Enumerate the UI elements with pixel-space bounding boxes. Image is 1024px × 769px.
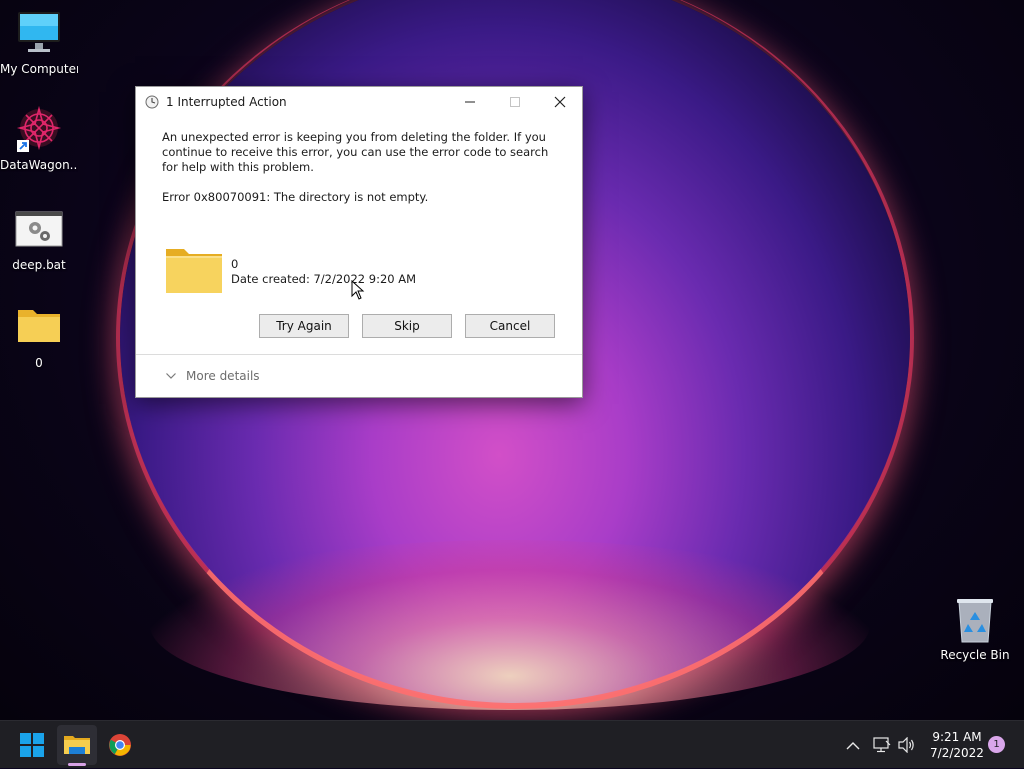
desktop-icon-datawagon[interactable]: DataWagon... — [0, 105, 78, 172]
network-status-button[interactable] — [873, 721, 891, 769]
notification-badge[interactable]: 1 — [988, 736, 1005, 753]
taskbar-clock[interactable]: 9:21 AM 7/2/2022 — [925, 729, 989, 761]
desktop-icon-my-computer[interactable]: My Computer — [0, 10, 78, 76]
show-hidden-icons-button[interactable] — [846, 721, 860, 769]
folder-icon — [166, 247, 222, 293]
desktop-icon-label: DataWagon... — [0, 158, 78, 172]
clock-time: 9:21 AM — [932, 730, 982, 744]
recycle-bin-icon — [951, 596, 999, 644]
batch-file-icon — [15, 206, 63, 254]
desktop-icon-deep-bat[interactable]: deep.bat — [0, 206, 78, 272]
try-again-button[interactable]: Try Again — [259, 314, 349, 338]
error-code-text: Error 0x80070091: The directory is not e… — [162, 190, 429, 204]
file-explorer-taskbar-button[interactable] — [57, 725, 97, 765]
error-message: An unexpected error is keeping you from … — [162, 130, 549, 174]
interrupted-action-dialog: 1 Interrupted Action An unexpected error… — [135, 86, 583, 398]
chevron-down-icon — [166, 373, 176, 379]
desktop-icon-label: My Computer — [0, 62, 78, 76]
desktop-icon-label: deep.bat — [12, 258, 66, 272]
chrome-icon — [109, 734, 131, 756]
mouse-cursor-icon — [351, 280, 365, 300]
minimize-icon — [464, 101, 475, 103]
maximize-icon — [509, 97, 520, 107]
close-icon — [554, 96, 565, 108]
taskbar: 9:21 AM 7/2/2022 — [0, 720, 1024, 768]
dialog-titlebar[interactable]: 1 Interrupted Action — [136, 87, 582, 117]
desktop-icon-recycle-bin[interactable]: Recycle Bin — [936, 596, 1014, 662]
volume-button[interactable] — [898, 721, 916, 769]
item-name: 0 — [231, 257, 239, 271]
active-app-indicator — [68, 763, 86, 766]
more-details-label: More details — [186, 369, 260, 383]
start-button[interactable] — [12, 725, 52, 765]
clock-icon — [145, 95, 159, 109]
maximize-button[interactable] — [492, 87, 537, 117]
chevron-up-icon — [846, 741, 860, 749]
folder-icon — [15, 304, 63, 352]
clock-date: 7/2/2022 — [930, 746, 984, 760]
item-date-created: Date created: 7/2/2022 9:20 AM — [231, 272, 417, 286]
close-button[interactable] — [537, 87, 582, 117]
desktop-icon-label: 0 — [35, 356, 43, 370]
desktop-icon-label: Recycle Bin — [940, 648, 1010, 662]
monitor-icon — [15, 10, 63, 58]
chrome-taskbar-button[interactable] — [100, 725, 140, 765]
skip-button[interactable]: Skip — [362, 314, 452, 338]
file-explorer-icon — [64, 736, 90, 754]
speaker-icon — [898, 737, 914, 753]
more-details-toggle[interactable]: More details — [166, 369, 260, 383]
dialog-divider — [136, 354, 582, 355]
desktop-icon-folder-0[interactable]: 0 — [0, 304, 78, 370]
windows-logo-icon — [20, 733, 44, 757]
minimize-button[interactable] — [447, 87, 492, 117]
network-icon — [873, 737, 891, 753]
cancel-button[interactable]: Cancel — [465, 314, 555, 338]
dialog-title: 1 Interrupted Action — [166, 95, 287, 109]
datawagon-icon — [15, 105, 63, 154]
